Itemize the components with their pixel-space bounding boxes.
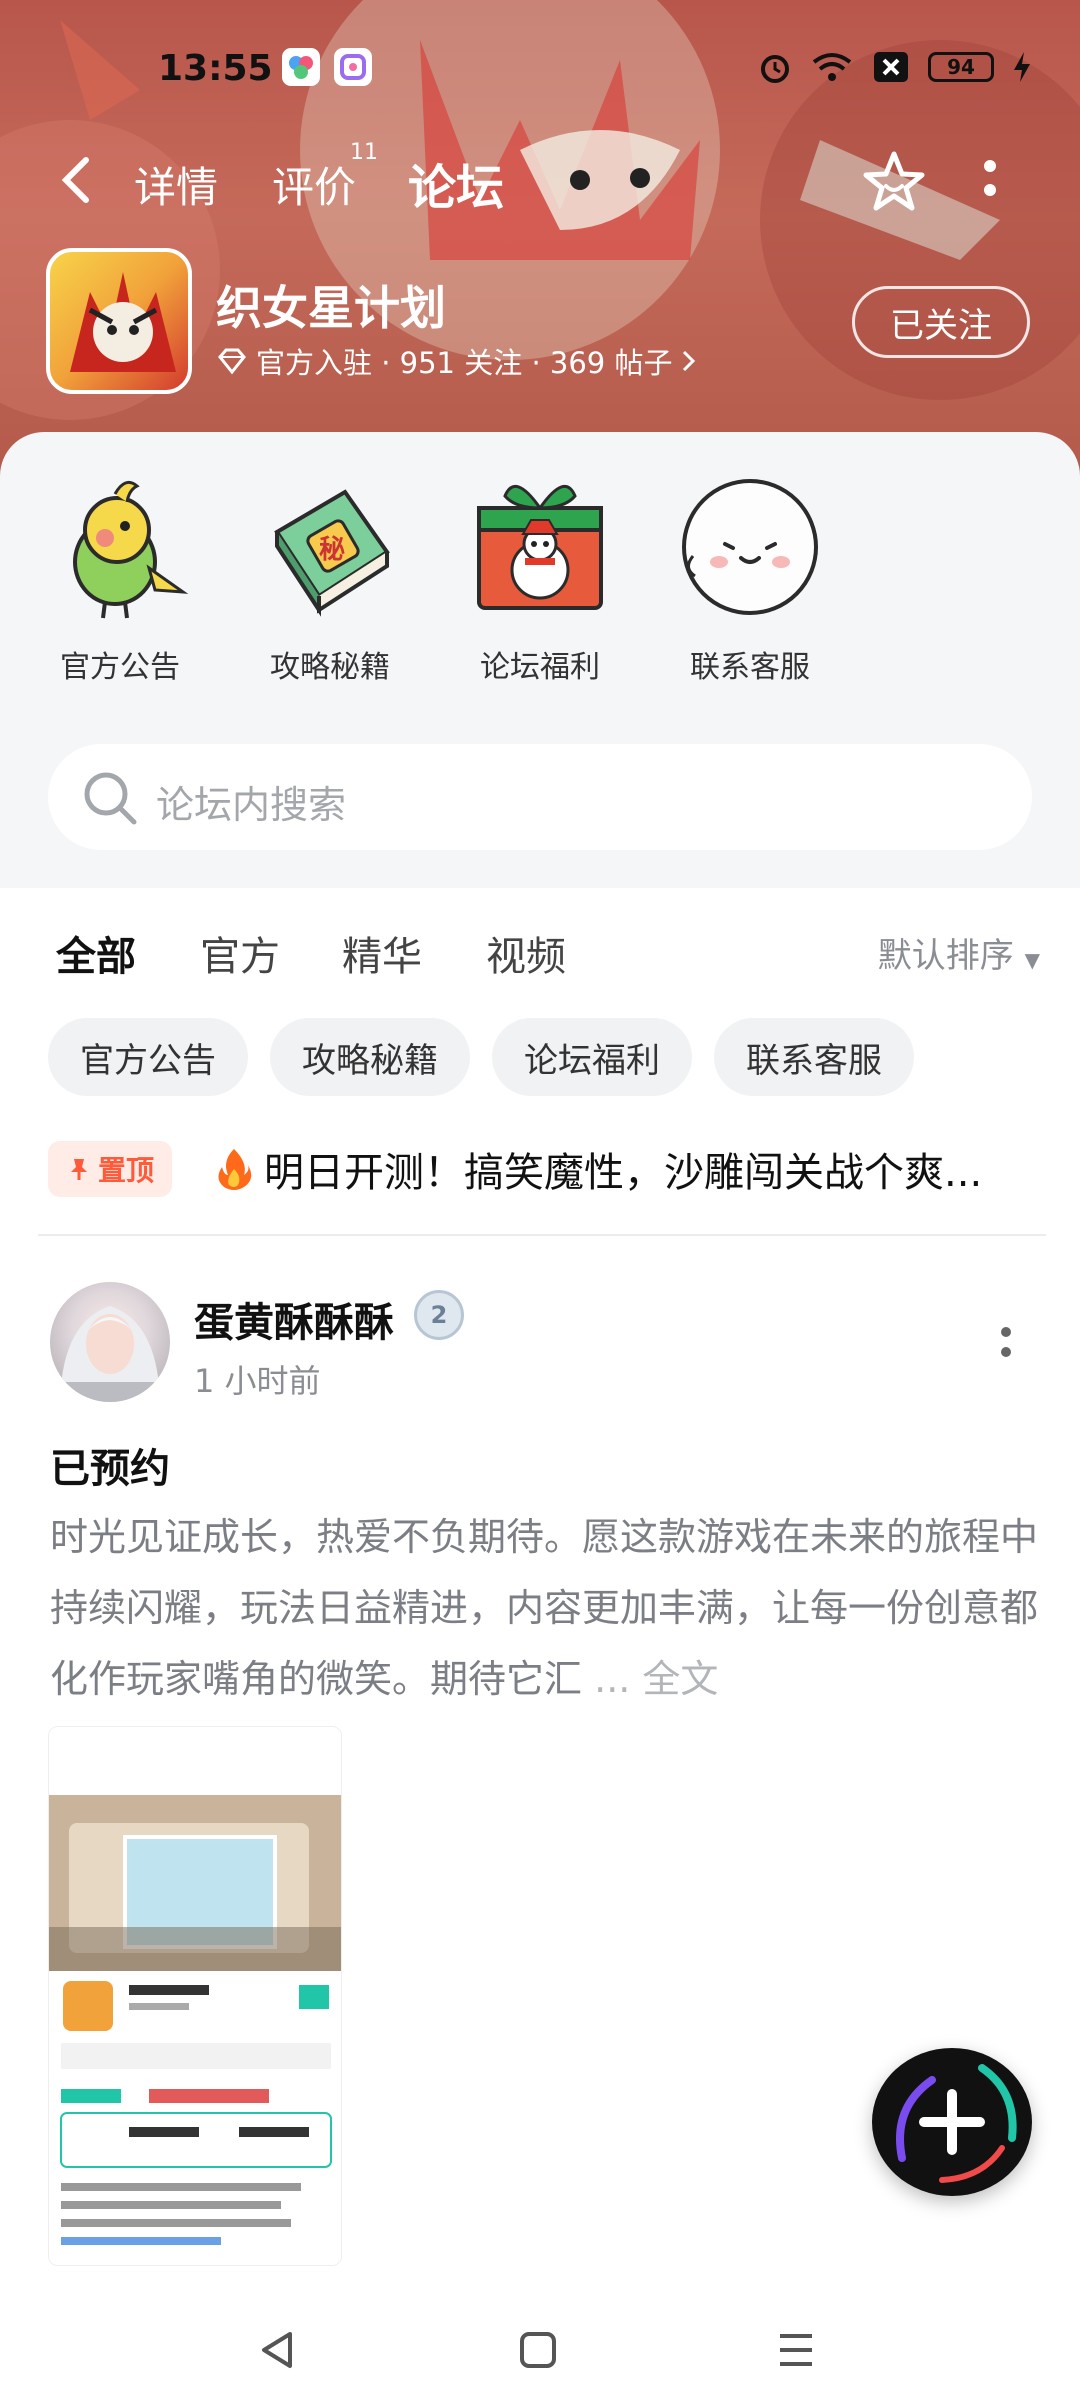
battery-indicator: 94 xyxy=(928,52,994,82)
search-placeholder: 论坛内搜索 xyxy=(156,783,347,827)
shortcut-benefits[interactable]: 论坛福利 xyxy=(450,472,630,686)
home-square-icon[interactable] xyxy=(516,2328,560,2372)
pinned-tag: 置顶 xyxy=(48,1141,173,1197)
game-logo[interactable] xyxy=(46,248,192,394)
wifi-icon xyxy=(812,53,852,81)
status-time: 13:55 xyxy=(158,48,273,89)
top-nav: 详情 评价 11 论坛 xyxy=(0,140,1080,220)
no-sim-icon xyxy=(874,52,908,82)
tab-forum[interactable]: 论坛 xyxy=(408,148,505,218)
svg-text:秘: 秘 xyxy=(319,534,345,565)
game-meta[interactable]: 官方入驻 · 951 关注 · 369 帖子 xyxy=(216,340,698,382)
divider xyxy=(38,1234,1046,1236)
chip-support[interactable]: 联系客服 xyxy=(714,1018,914,1096)
diamond-icon xyxy=(218,348,246,375)
pinned-post-title: 明日开测！搞笑魔性，沙雕闯关战个爽... xyxy=(264,1150,983,1196)
category-chips: 官方公告 攻略秘籍 论坛福利 联系客服 xyxy=(48,1018,914,1096)
post-more-icon[interactable] xyxy=(996,1322,1016,1362)
follow-button[interactable]: 已关注 xyxy=(852,286,1030,358)
shortcut-label: 论坛福利 xyxy=(480,650,600,685)
recents-menu-icon[interactable] xyxy=(774,2328,818,2372)
pin-icon xyxy=(71,1159,87,1180)
fire-icon xyxy=(218,1149,252,1190)
alarm-icon xyxy=(761,55,789,83)
pinned-tag-label: 置顶 xyxy=(98,1154,155,1187)
tab-reviews[interactable]: 评价 xyxy=(272,154,356,215)
more-options-icon[interactable] xyxy=(980,154,1000,204)
shortcut-label: 联系客服 xyxy=(690,650,810,685)
filter-tab-featured[interactable]: 精华 xyxy=(342,924,422,982)
back-triangle-icon[interactable] xyxy=(256,2328,300,2372)
caret-down-icon: ▼ xyxy=(1024,948,1040,972)
plus-icon xyxy=(896,2064,1017,2183)
back-arrow-icon[interactable] xyxy=(56,154,96,206)
chip-guides[interactable]: 攻略秘籍 xyxy=(270,1018,470,1096)
post-body-text: 时光见证成长，热爱不负期待。愿这款游戏在未来的旅程中持续闪耀，玩法日益精进，内容… xyxy=(50,1515,1039,1701)
reviews-count-badge: 11 xyxy=(350,140,378,165)
post-image[interactable] xyxy=(48,1726,342,2266)
avatar[interactable] xyxy=(50,1282,170,1402)
game-title: 织女星计划 xyxy=(216,281,446,335)
shortcut-support[interactable]: 联系客服 xyxy=(660,472,840,686)
shortcut-label: 攻略秘籍 xyxy=(270,650,390,685)
filter-tab-official[interactable]: 官方 xyxy=(200,924,280,982)
create-post-button[interactable] xyxy=(872,2048,1032,2196)
sort-dropdown[interactable]: 默认排序 ▼ xyxy=(878,928,1040,977)
post-body: 时光见证成长，热爱不负期待。愿这款游戏在未来的旅程中持续闪耀，玩法日益精进，内容… xyxy=(50,1502,1040,1715)
post-title: 已预约 xyxy=(50,1446,170,1492)
search-icon xyxy=(84,772,137,825)
forum-search-bar[interactable]: 论坛内搜索 xyxy=(48,744,1032,850)
pinned-post[interactable]: 置顶 明日开测！搞笑魔性，沙雕闯关战个爽... xyxy=(48,1134,1038,1204)
secret-book-icon: 秘 xyxy=(274,489,390,617)
charging-icon xyxy=(1014,52,1030,82)
status-bar: 13:55 94 xyxy=(0,40,1080,100)
tab-details[interactable]: 详情 xyxy=(134,154,218,215)
smiley-face-icon xyxy=(682,479,818,615)
shortcut-announcements[interactable]: 官方公告 xyxy=(30,472,210,686)
notification-app-icon xyxy=(334,48,372,86)
post-author[interactable]: 蛋黄酥酥酥 xyxy=(194,1290,394,1348)
favorite-star-icon[interactable] xyxy=(860,148,928,216)
sort-label: 默认排序 xyxy=(877,936,1014,976)
game-info: 织女星计划 官方入驻 · 951 关注 · 369 帖子 已关注 xyxy=(0,248,1080,408)
notification-app-icon xyxy=(282,48,320,86)
filter-tab-video[interactable]: 视频 xyxy=(486,924,566,982)
forum-top-panel: 官方公告 秘 攻略秘籍 论坛福利 联系客服 论坛内搜索 xyxy=(0,432,1080,888)
chip-announcements[interactable]: 官方公告 xyxy=(48,1018,248,1096)
shortcut-guides[interactable]: 秘 攻略秘籍 xyxy=(240,472,420,686)
chip-benefits[interactable]: 论坛福利 xyxy=(492,1018,692,1096)
filter-tab-all[interactable]: 全部 xyxy=(56,924,136,986)
read-more-link[interactable]: ... 全文 xyxy=(594,1657,718,1701)
post-time: 1 小时前 xyxy=(194,1362,321,1400)
gift-box-icon xyxy=(477,484,603,610)
user-level-badge: 2 xyxy=(414,1290,464,1340)
chevron-right-icon xyxy=(683,350,696,372)
parrot-icon xyxy=(73,480,189,619)
shortcut-label: 官方公告 xyxy=(60,650,180,685)
system-nav-bar xyxy=(0,2300,1080,2400)
game-meta-text: 官方入驻 · 951 关注 · 369 帖子 xyxy=(256,346,673,380)
forum-filter-tabs: 全部 官方 精华 视频 默认排序 ▼ xyxy=(0,920,1080,1000)
